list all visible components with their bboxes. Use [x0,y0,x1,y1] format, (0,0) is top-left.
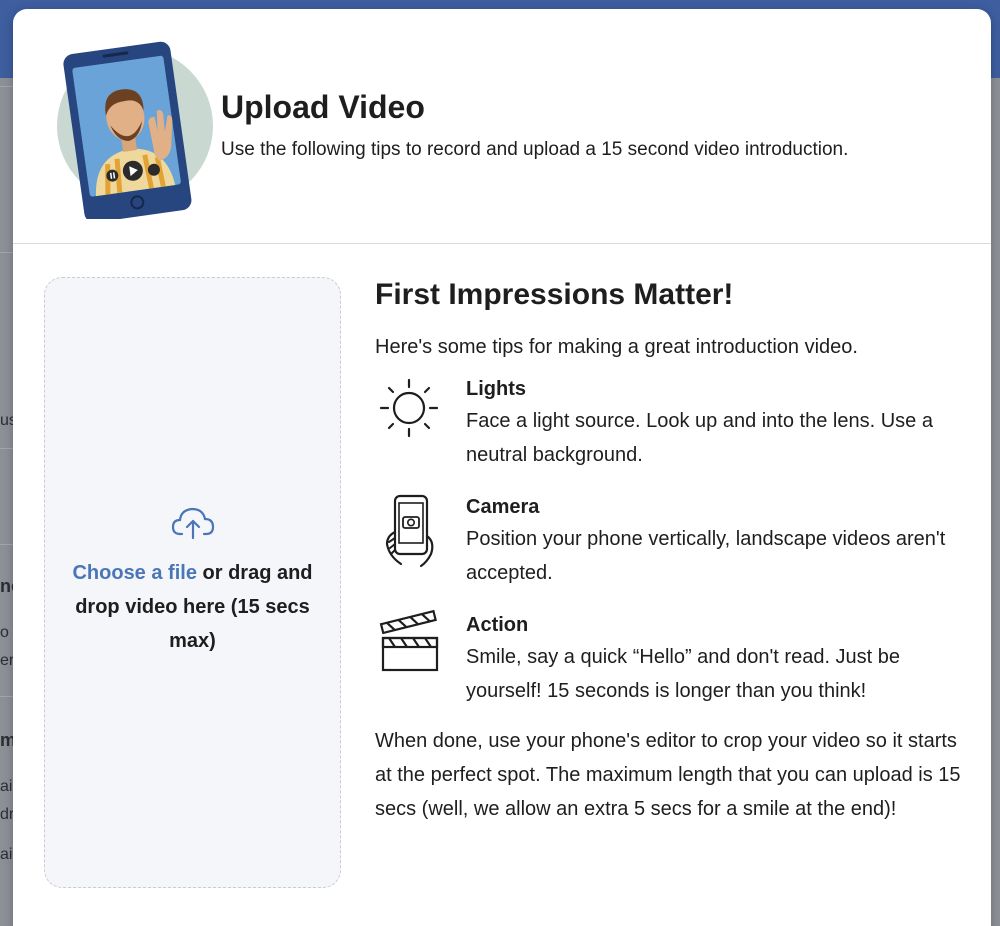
tip-title: Action [466,614,529,636]
tip-camera: Camera Position your phone vertically, l… [375,492,975,590]
phone-camera-icon [385,494,434,568]
tip-title: Lights [466,378,526,400]
dropzone-instructions: Choose a file or drag and drop video her… [57,556,328,658]
modal-subtitle: Use the following tips to record and upl… [221,139,849,160]
upload-video-modal: Upload Video Use the following tips to r… [13,9,991,926]
modal-header: Upload Video Use the following tips to r… [13,9,991,244]
tips-panel: First Impressions Matter! Here's some ti… [375,275,975,826]
tips-intro: Here's some tips for making a great intr… [375,336,858,358]
tip-title: Camera [466,496,540,518]
choose-file-link[interactable]: Choose a file [72,562,196,584]
tip-description: Smile, say a quick “Hello” and don't rea… [466,646,901,702]
phone-video-illustration [57,41,213,219]
tip-action: Action Smile, say a quick “Hello” and do… [375,610,975,708]
tips-outro: When done, use your phone's editor to cr… [375,730,961,820]
video-dropzone[interactable]: Choose a file or drag and drop video her… [44,277,341,888]
modal-title: Upload Video [221,89,425,125]
tip-lights: Lights Face a light source. Look up and … [375,374,975,472]
tip-description: Position your phone vertically, landscap… [466,528,946,584]
clapperboard-icon [379,610,439,672]
cloud-upload-icon [171,507,215,540]
tips-heading: First Impressions Matter! [375,278,734,311]
sun-icon [379,378,439,438]
tip-description: Face a light source. Look up and into th… [466,410,933,466]
